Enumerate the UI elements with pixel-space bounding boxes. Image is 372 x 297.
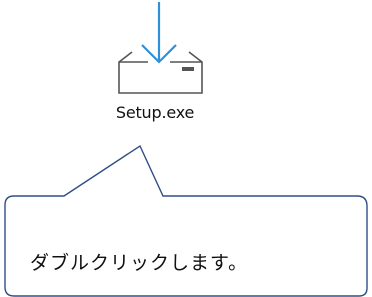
file-name-label[interactable]: Setup.exe <box>95 103 215 122</box>
installer-download-icon <box>118 2 203 94</box>
setup-exe-file-icon[interactable] <box>95 0 215 100</box>
desktop-scene: Setup.exe ダブルクリックします。 <box>0 0 372 297</box>
callout-instruction-text: ダブルクリックします。 <box>30 252 249 274</box>
